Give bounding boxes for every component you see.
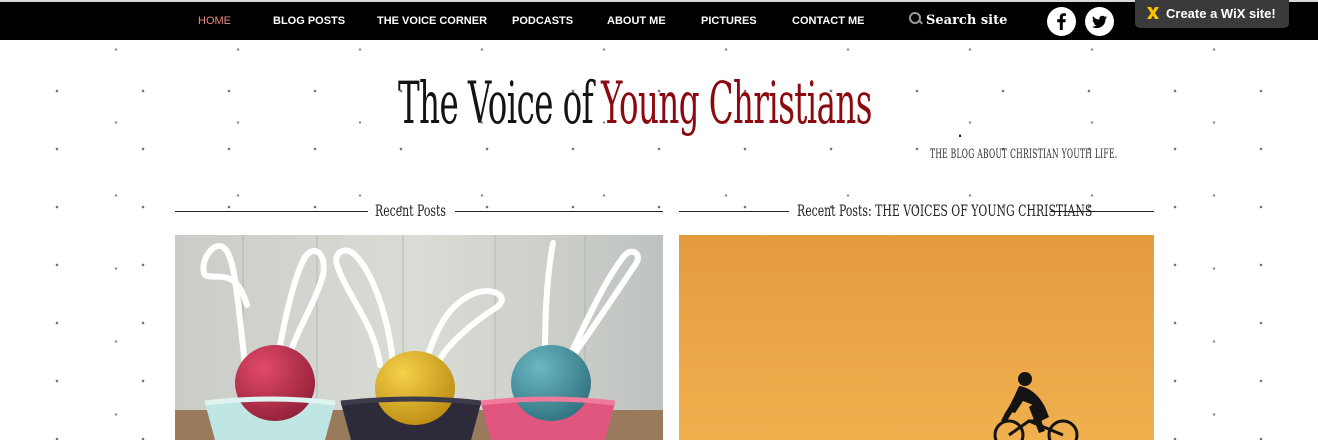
- nav-about-me[interactable]: ABOUT ME: [607, 2, 666, 40]
- site-title-dot: .: [957, 117, 964, 142]
- create-wix-site-button[interactable]: Create a WiX site!: [1135, 0, 1289, 28]
- cyclist-sunset-image: [679, 235, 1154, 440]
- left-post-image[interactable]: [175, 235, 663, 440]
- right-section-rule-right: [1050, 211, 1154, 212]
- left-section-rule-right: [455, 211, 663, 212]
- site-title-part1: The Voice of: [398, 69, 594, 137]
- site-title: The Voice of Young Christians: [398, 68, 872, 138]
- twitter-icon: [1092, 15, 1107, 29]
- twitter-button[interactable]: [1085, 7, 1114, 36]
- right-section-rule-left: [679, 211, 789, 212]
- left-section-title: Recent Posts: [375, 201, 446, 220]
- site-title-part2: Young Christians: [600, 69, 872, 137]
- wix-logo-icon: [1147, 7, 1159, 19]
- search-icon: [908, 12, 922, 26]
- facebook-button[interactable]: [1047, 7, 1076, 36]
- right-post-image[interactable]: [679, 235, 1154, 440]
- nav-blog-posts[interactable]: BLOG POSTS: [273, 2, 345, 40]
- search-label: Search site: [926, 13, 1008, 28]
- nav-voice-corner[interactable]: THE VOICE CORNER: [377, 2, 487, 40]
- nav-podcasts[interactable]: PODCASTS: [512, 2, 573, 40]
- site-tagline: THE BLOG ABOUT CHRISTIAN YOUTH LIFE.: [930, 147, 1118, 162]
- nav-home[interactable]: HOME: [198, 2, 231, 40]
- top-nav-bar: HOME BLOG POSTS THE VOICE CORNER PODCAST…: [0, 0, 1318, 40]
- search-site-input[interactable]: Search site: [908, 2, 1007, 40]
- left-section-rule-left: [175, 211, 368, 212]
- right-section-title: Recent Posts: THE VOICES OF YOUNG CHRIST…: [797, 201, 1093, 220]
- nav-contact-me[interactable]: CONTACT ME: [792, 2, 865, 40]
- facebook-icon: [1057, 13, 1066, 30]
- nav-pictures[interactable]: PICTURES: [701, 2, 757, 40]
- create-wix-site-label: Create a WiX site!: [1166, 6, 1276, 21]
- easter-eggs-image: [175, 235, 663, 440]
